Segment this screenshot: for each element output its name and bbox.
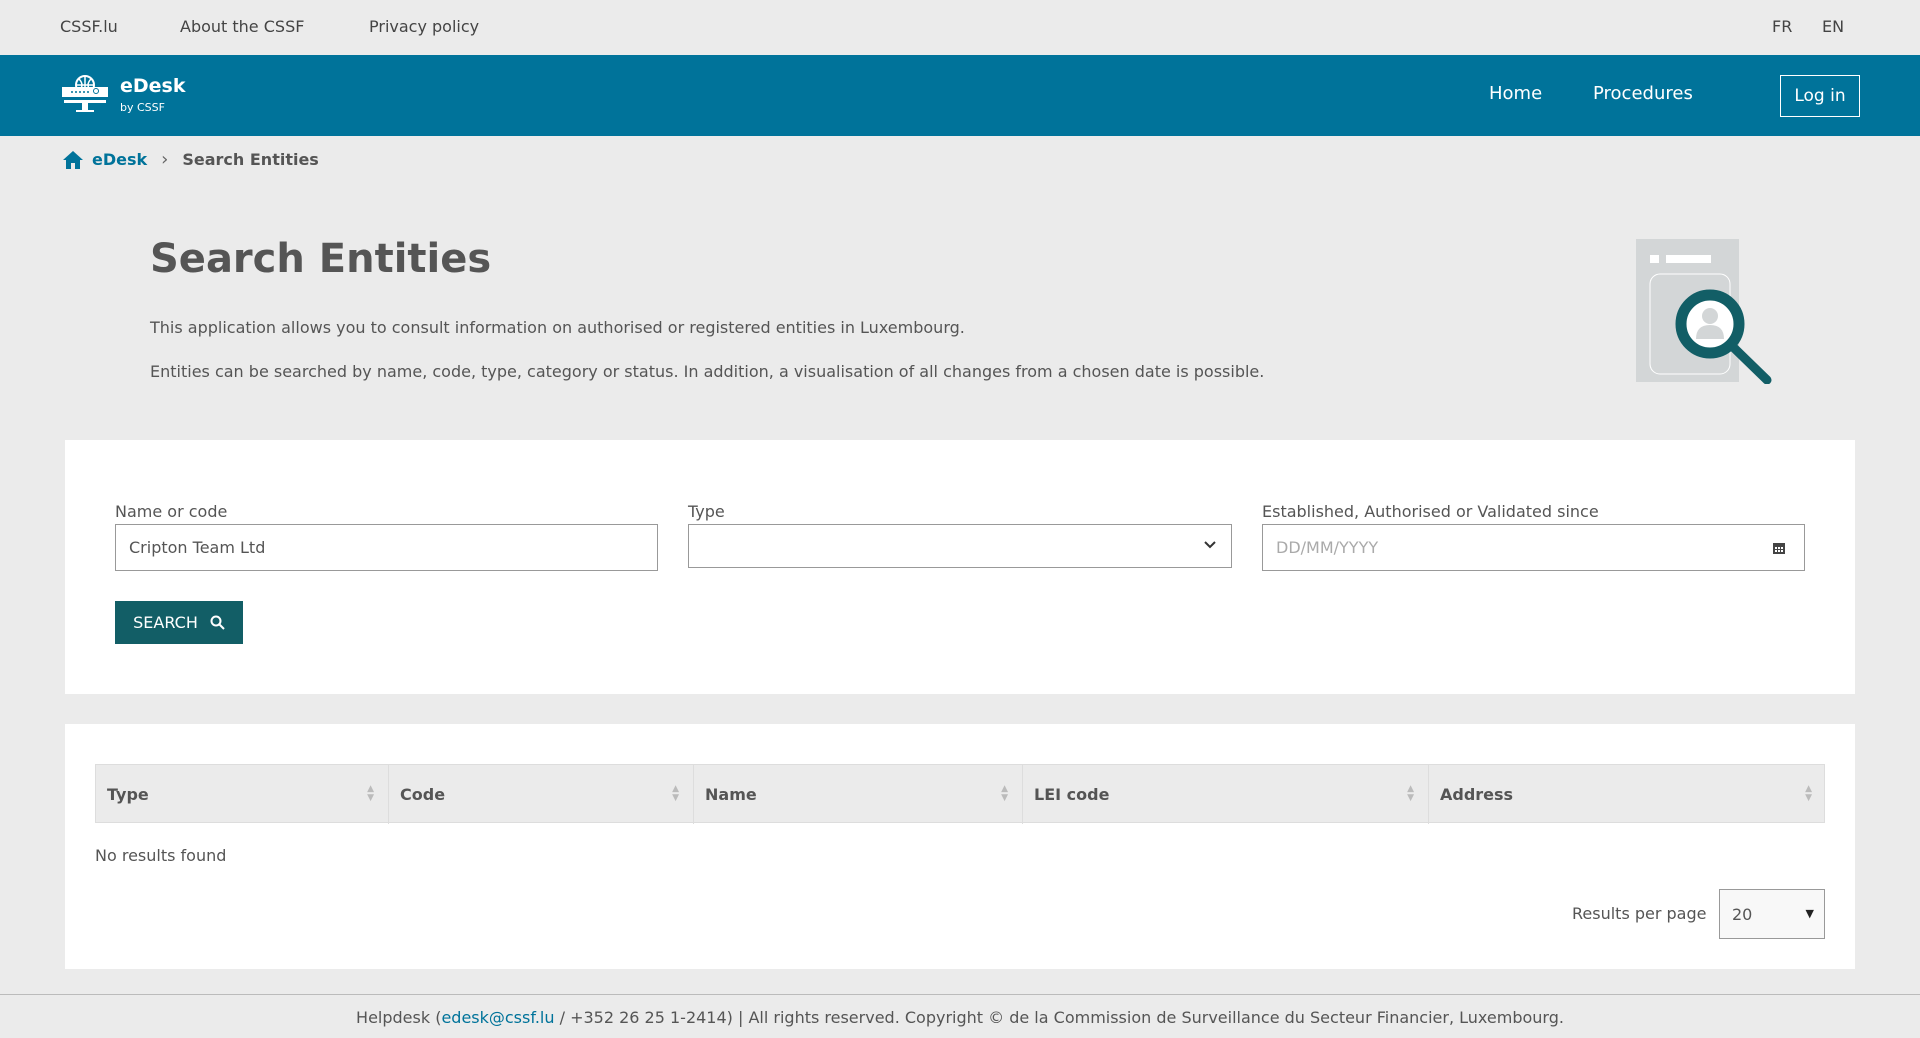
- per-page-label: Results per page: [1572, 904, 1707, 923]
- breadcrumb-home[interactable]: eDesk: [92, 150, 147, 169]
- helpdesk-email-link[interactable]: edesk@cssf.lu: [441, 1008, 554, 1027]
- results-card: Type ▲ ▼ Code ▲ ▼ Name ▲ ▼ LEI code ▲ ▼ Address ▲…: [65, 724, 1855, 969]
- sort-icon: ▲ ▼: [1001, 784, 1008, 803]
- brand-name[interactable]: eDesk: [120, 75, 186, 97]
- link-about[interactable]: About the CSSF: [180, 17, 304, 36]
- link-privacy[interactable]: Privacy policy: [369, 17, 479, 36]
- results-table-header: Type ▲ ▼ Code ▲ ▼ Name ▲ ▼ LEI code ▲ ▼ Address ▲…: [95, 764, 1826, 824]
- intro-text-1: This application allows you to consult i…: [150, 318, 965, 337]
- type-label: Type: [688, 502, 725, 521]
- home-icon[interactable]: [62, 150, 84, 170]
- type-select[interactable]: [688, 524, 1232, 568]
- brand-sub: by CSSF: [120, 101, 165, 114]
- chevron-right-icon: ›: [161, 149, 169, 170]
- calendar-icon[interactable]: [1772, 541, 1786, 555]
- date-placeholder: DD/MM/YYYY: [1276, 538, 1379, 557]
- nav-home[interactable]: Home: [1489, 83, 1542, 104]
- sort-icon: ▲ ▼: [1805, 784, 1812, 803]
- no-results-text: No results found: [95, 846, 227, 865]
- footer: Helpdesk (edesk@cssf.lu / +352 26 25 1-2…: [0, 994, 1920, 1038]
- search-form-card: Name or code Cripton Team Ltd Type Estab…: [65, 440, 1855, 694]
- nav-procedures[interactable]: Procedures: [1593, 83, 1693, 104]
- column-address[interactable]: Address ▲ ▼: [1429, 765, 1826, 824]
- date-label: Established, Authorised or Validated sin…: [1262, 502, 1599, 521]
- page-title: Search Entities: [150, 236, 492, 282]
- column-type[interactable]: Type ▲ ▼: [96, 765, 389, 824]
- column-lei[interactable]: LEI code ▲ ▼: [1023, 765, 1429, 824]
- date-input[interactable]: DD/MM/YYYY: [1262, 524, 1805, 571]
- search-entity-illustration-icon: [1636, 239, 1772, 384]
- search-button-label: SEARCH: [133, 613, 198, 632]
- sort-icon: ▲ ▼: [367, 784, 374, 803]
- sort-icon: ▲ ▼: [1407, 784, 1414, 803]
- column-name[interactable]: Name ▲ ▼: [694, 765, 1023, 824]
- column-code[interactable]: Code ▲ ▼: [389, 765, 694, 824]
- breadcrumb: eDesk › Search Entities: [62, 149, 319, 170]
- edesk-logo-icon: [62, 75, 108, 112]
- lang-fr[interactable]: FR: [1772, 17, 1792, 36]
- login-button[interactable]: Log in: [1780, 75, 1860, 117]
- sort-icon: ▲ ▼: [672, 784, 679, 803]
- per-page-select[interactable]: 20 ▼: [1719, 889, 1825, 939]
- search-button[interactable]: SEARCH: [115, 601, 243, 644]
- caret-down-icon: ▼: [1805, 907, 1814, 920]
- search-icon: [210, 615, 225, 630]
- name-input[interactable]: Cripton Team Ltd: [115, 524, 658, 571]
- breadcrumb-current: Search Entities: [182, 150, 319, 169]
- header: eDesk by CSSF Home Procedures Log in: [0, 55, 1920, 136]
- lang-en[interactable]: EN: [1822, 17, 1844, 36]
- name-label: Name or code: [115, 502, 228, 521]
- link-cssf[interactable]: CSSF.lu: [60, 17, 118, 36]
- chevron-down-icon: [1204, 541, 1216, 549]
- intro-text-2: Entities can be searched by name, code, …: [150, 362, 1265, 381]
